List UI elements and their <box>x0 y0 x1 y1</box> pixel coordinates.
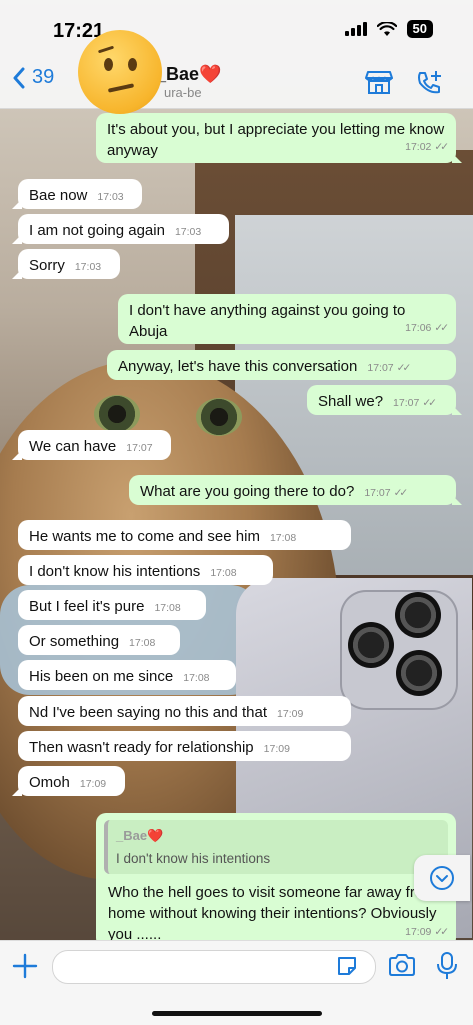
message-time: 17:08 <box>269 532 297 544</box>
battery-indicator: 50 <box>406 20 433 38</box>
message-text: Sorry <box>29 257 65 274</box>
add-call-icon[interactable] <box>415 69 443 97</box>
message-time: 17:08 <box>183 672 210 684</box>
unread-count: 39 <box>32 66 55 88</box>
back-button[interactable]: 39 <box>12 66 54 89</box>
message-bubble[interactable]: We can have 17:07 <box>12 430 171 460</box>
message-text: Nd I've been saying no this and that <box>29 704 268 721</box>
message-bubble[interactable]: Nd I've been saying no this and that 17:0… <box>18 696 351 726</box>
quoted-text: I don't know his intentions <box>116 851 271 866</box>
message-text: His been on me since <box>29 668 174 685</box>
quoted-message[interactable]: _Bae❤️ I don't know his intentions <box>104 820 448 874</box>
message-text: Shall we? <box>318 393 384 410</box>
message-text: Then wasn't ready for relationship <box>29 739 254 756</box>
quoted-sender: _Bae❤️ <box>116 828 164 843</box>
message-time: 17:03 <box>174 226 202 238</box>
message-bubble[interactable]: It's about you, but I appreciate you let… <box>96 113 462 163</box>
contact-subtitle[interactable]: ura-be <box>164 85 202 100</box>
message-meta: 17:02 ✓✓ <box>405 141 449 153</box>
message-time: 17:07 <box>126 442 153 454</box>
microphone-icon[interactable] <box>436 951 458 981</box>
message-text: I am not going again <box>29 222 165 239</box>
message-meta: 17:07 ✓✓ <box>364 487 408 499</box>
message-text: We can have <box>29 438 117 455</box>
camera-icon[interactable] <box>388 953 416 977</box>
signal-icon <box>344 22 367 36</box>
message-text: Bae now <box>29 187 88 204</box>
message-time: 17:09 <box>263 743 290 755</box>
message-list[interactable]: It's about you, but I appreciate you let… <box>0 0 473 1024</box>
message-text: Omoh <box>29 774 70 791</box>
sticker-icon[interactable] <box>336 955 358 977</box>
message-bubble[interactable]: I am not going again 17:03 <box>12 214 229 244</box>
message-time: 17:08 <box>129 637 156 649</box>
message-bubble[interactable]: Anyway, let's have this conversation 17:0… <box>107 350 456 380</box>
message-bubble[interactable]: Shall we? 17:07 ✓✓ <box>307 385 462 415</box>
message-text: It's about you, but I appreciate you let… <box>107 121 445 159</box>
chevron-down-icon <box>430 866 454 890</box>
message-bubble[interactable]: But I feel it's pure 17:08 <box>18 590 206 620</box>
avatar[interactable] <box>78 30 162 114</box>
message-text: Anyway, let's have this conversation <box>118 358 358 375</box>
status-bar: 17:21 50 <box>0 0 473 56</box>
scroll-to-bottom-button[interactable] <box>414 855 470 901</box>
message-time: 17:03 <box>97 191 124 203</box>
message-bubble[interactable]: His been on me since 17:08 <box>18 660 236 690</box>
message-meta: 17:06 ✓✓ <box>405 322 449 334</box>
message-bubble[interactable]: I don't have anything against you going … <box>118 294 456 344</box>
message-text: But I feel it's pure <box>29 598 145 615</box>
message-bubble[interactable]: Or something 17:08 <box>18 625 180 655</box>
message-time: 17:08 <box>210 567 237 579</box>
chevron-left-icon <box>13 67 25 88</box>
chat-header: 39 _Bae❤️ ura-be <box>0 30 473 114</box>
message-meta: 17:07 ✓✓ <box>367 362 411 374</box>
message-time: 17:09 <box>79 778 107 790</box>
message-bubble[interactable]: Bae now 17:03 <box>12 179 142 209</box>
message-input[interactable] <box>52 950 376 984</box>
message-text: Who the hell goes to visit someone far a… <box>108 884 437 943</box>
message-text: What are you going there to do? <box>140 483 355 500</box>
message-time: 17:09 <box>277 708 304 720</box>
message-text: Or something <box>29 633 120 650</box>
wifi-icon <box>376 21 397 36</box>
home-indicator <box>152 1011 322 1016</box>
message-time: 17:03 <box>74 261 102 273</box>
message-bubble[interactable]: Omoh 17:09 <box>12 766 125 796</box>
message-time: 17:08 <box>154 602 181 614</box>
plus-icon[interactable] <box>12 953 38 979</box>
message-text: I don't have anything against you going … <box>129 302 406 340</box>
message-bubble[interactable]: He wants me to come and see him 17:08 <box>18 520 351 550</box>
message-input-bar <box>0 940 473 1025</box>
message-bubble[interactable]: What are you going there to do? 17:07 ✓✓ <box>129 475 462 505</box>
message-text: He wants me to come and see him <box>29 528 260 545</box>
message-meta: 17:07 ✓✓ <box>393 397 437 409</box>
store-icon[interactable] <box>365 69 393 95</box>
message-text: I don't know his intentions <box>29 563 201 580</box>
message-bubble[interactable]: Then wasn't ready for relationship 17:09 <box>18 731 351 761</box>
message-bubble[interactable]: I don't know his intentions 17:08 <box>18 555 273 585</box>
reply-message-bubble[interactable]: _Bae❤️ I don't know his intentions Who t… <box>96 813 456 948</box>
contact-name[interactable]: _Bae❤️ <box>156 64 221 85</box>
message-bubble[interactable]: Sorry 17:03 <box>12 249 120 279</box>
